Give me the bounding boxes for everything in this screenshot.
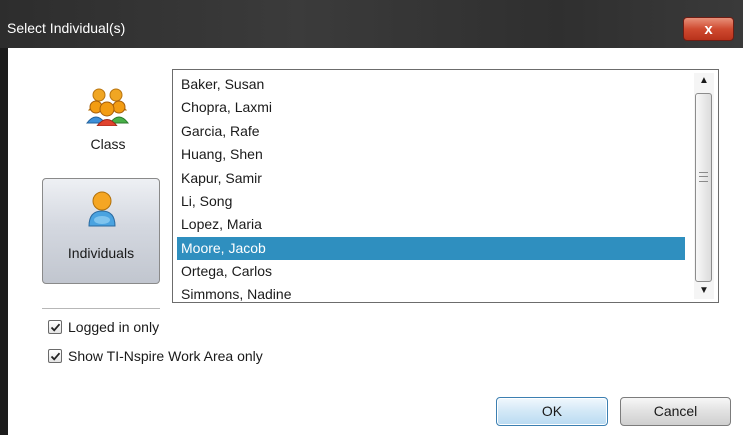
list-scrollbar[interactable]: ▲ ▼ xyxy=(694,73,714,299)
cancel-button[interactable]: Cancel xyxy=(620,397,731,426)
logged-in-only-label: Logged in only xyxy=(68,319,160,335)
sidebar-divider xyxy=(42,308,160,309)
list-item[interactable]: Garcia, Rafe xyxy=(177,120,685,143)
logged-in-only-checkbox[interactable] xyxy=(48,320,62,334)
dialog-title: Select Individual(s) xyxy=(7,20,126,36)
close-button[interactable]: x xyxy=(683,17,734,41)
list-item[interactable]: Lopez, Maria xyxy=(177,213,685,236)
class-option[interactable]: Class xyxy=(48,86,168,166)
list-item[interactable]: Ortega, Carlos xyxy=(177,260,685,283)
single-person-icon xyxy=(88,191,116,227)
grip-icon xyxy=(699,172,708,182)
class-label: Class xyxy=(90,136,126,152)
group-people-icon xyxy=(86,88,130,126)
list-item-selected[interactable]: Moore, Jacob xyxy=(177,237,685,260)
list-item[interactable]: Baker, Susan xyxy=(177,73,685,96)
student-list[interactable]: Baker, Susan Chopra, Laxmi Garcia, Rafe … xyxy=(172,69,719,303)
list-item[interactable]: Simmons, Nadine xyxy=(177,283,685,302)
scroll-thumb[interactable] xyxy=(695,93,712,282)
dialog-body: Class Individuals Baker, Susan Chopra, L… xyxy=(8,48,743,435)
scroll-up-arrow-icon[interactable]: ▲ xyxy=(694,73,714,89)
work-area-only-checkbox[interactable] xyxy=(48,349,62,363)
individuals-label: Individuals xyxy=(67,245,135,261)
checkmark-icon xyxy=(50,323,61,332)
list-item[interactable]: Kapur, Samir xyxy=(177,167,685,190)
list-item[interactable]: Li, Song xyxy=(177,190,685,213)
title-bar[interactable]: Select Individual(s) x xyxy=(0,0,743,48)
ok-button[interactable]: OK xyxy=(496,397,608,426)
checkmark-icon xyxy=(50,352,61,361)
work-area-only-label: Show TI-Nspire Work Area only xyxy=(68,348,263,364)
list-item[interactable]: Huang, Shen xyxy=(177,143,685,166)
list-item[interactable]: Chopra, Laxmi xyxy=(177,96,685,119)
dialog-window: Select Individual(s) x Class Individuals… xyxy=(0,0,743,435)
close-icon: x xyxy=(704,21,713,38)
individuals-option[interactable]: Individuals xyxy=(42,178,160,284)
scroll-down-arrow-icon[interactable]: ▼ xyxy=(694,283,714,299)
